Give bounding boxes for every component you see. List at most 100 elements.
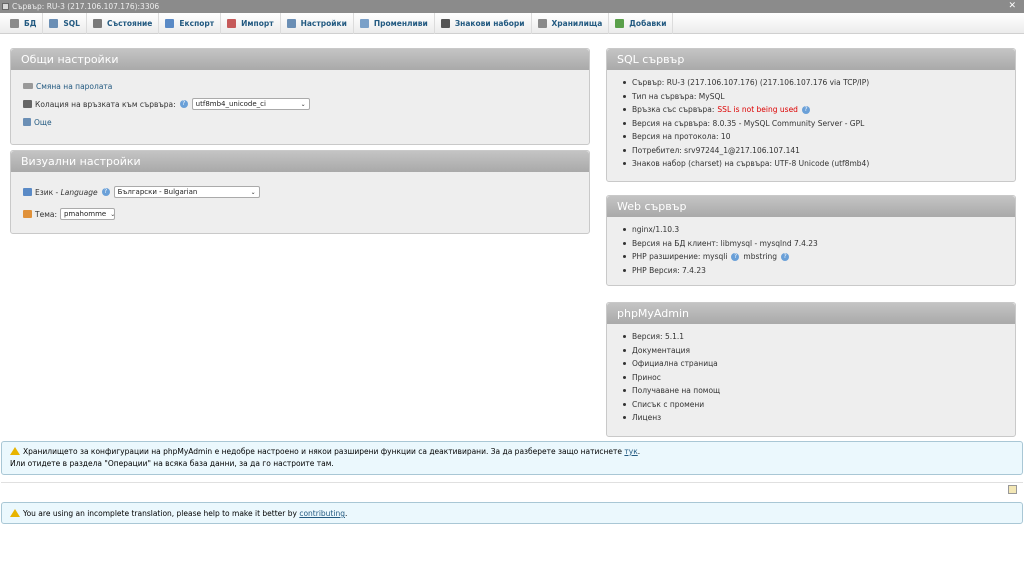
menu-charsets[interactable]: Знакови набори	[435, 12, 532, 34]
server-ssl-item: Връзка със сървъра: SSL is not being use…	[619, 103, 1003, 117]
php-extension-extra: mbstring	[743, 252, 778, 262]
ssl-status: SSL is not being used	[717, 105, 798, 115]
import-icon	[227, 18, 237, 28]
console-icon[interactable]	[1008, 485, 1017, 494]
menu-label: Състояние	[106, 18, 153, 28]
pma-version: Версия: 5.1.1	[619, 330, 1003, 344]
server-info-item: Версия на протокола: 10	[619, 130, 1003, 144]
collation-value: utf8mb4_unicode_ci	[195, 100, 266, 108]
menu-label: Знакови набори	[454, 18, 525, 28]
menu-label: Настройки	[300, 18, 347, 28]
menu-label: Експорт	[179, 18, 215, 28]
engines-icon	[537, 18, 547, 28]
panel-title: SQL сървър	[607, 49, 1015, 70]
notice-text: Хранилището за конфигурации на phpMyAdmi…	[23, 447, 625, 456]
change-password-link[interactable]: Смяна на паролата	[36, 82, 112, 91]
menu-databases[interactable]: БД	[4, 12, 44, 34]
help-icon[interactable]: ?	[179, 100, 188, 108]
official-page-link[interactable]: Официална страница	[619, 357, 1003, 371]
phpmyadmin-panel: phpMyAdmin Версия: 5.1.1 Документация Оф…	[606, 302, 1016, 437]
menu-label: Добавки	[629, 18, 667, 28]
menu-label: Импорт	[241, 18, 274, 28]
panel-title: Общи настройки	[11, 49, 589, 70]
language-select[interactable]: Български - Bulgarian ⌄	[113, 186, 260, 198]
panel-title: phpMyAdmin	[607, 303, 1015, 324]
language-value: Български - Bulgarian	[117, 188, 198, 196]
chevron-down-icon: ⌄	[250, 188, 256, 196]
menu-status[interactable]: Състояние	[87, 12, 160, 34]
theme-icon	[23, 210, 32, 218]
change-password-row: Смяна на паролата	[23, 77, 577, 95]
sql-server-panel: SQL сървър Сървър: RU-3 (217.106.107.176…	[606, 48, 1016, 182]
web-info-item: nginx/1.10.3	[619, 223, 1003, 237]
menu-engines[interactable]: Хранилища	[532, 12, 610, 34]
panel-title: Web сървър	[607, 196, 1015, 217]
status-icon	[92, 18, 102, 28]
menu-sql[interactable]: SQL	[43, 12, 87, 34]
notice-line-2: Или отидете в раздела "Операции" на всяк…	[10, 459, 334, 468]
theme-label: Тема:	[35, 209, 57, 219]
database-icon	[10, 18, 19, 28]
php-extension-item: PHP разширение: mysqli ? mbstring ?	[619, 250, 1003, 264]
documentation-link[interactable]: Документация	[619, 344, 1003, 358]
server-info-item: Сървър: RU-3 (217.106.107.176) (217.106.…	[619, 76, 1003, 90]
wrench-icon	[286, 18, 296, 28]
license-link[interactable]: Лиценз	[619, 411, 1003, 425]
charset-icon	[440, 18, 450, 28]
window-icon	[2, 3, 9, 10]
collation-row: Колация на връзката към сървъра: ? utf8m…	[23, 95, 577, 113]
contribute-link[interactable]: Принос	[619, 371, 1003, 385]
plugins-icon	[615, 18, 625, 28]
contributing-link[interactable]: contributing	[299, 509, 345, 518]
chevron-down-icon: ⌄	[300, 100, 306, 108]
collation-icon	[23, 100, 32, 108]
more-settings-link[interactable]: Още	[34, 118, 52, 127]
help-icon[interactable]: ?	[101, 188, 110, 196]
help-icon[interactable]: ?	[781, 252, 790, 261]
language-label-em: Language	[60, 187, 98, 197]
config-storage-notice: Хранилището за конфигурации на phpMyAdmi…	[1, 441, 1023, 475]
variables-icon	[359, 18, 369, 28]
server-info-item: Знаков набор (charset) на сървъра: UTF-8…	[619, 157, 1003, 171]
theme-select[interactable]: pmahomme ⌄	[59, 208, 116, 220]
language-label-text: Език -	[35, 187, 61, 197]
menu-plugins[interactable]: Добавки	[609, 12, 674, 34]
ssl-label: Връзка със сървъра:	[632, 105, 715, 115]
window-titlebar: Сървър: RU-3 (217.106.107.176):3306 ✕	[0, 0, 1024, 13]
translation-text-end: .	[344, 509, 348, 518]
collation-select[interactable]: utf8mb4_unicode_ci ⌄	[191, 98, 310, 110]
web-info-item: Версия на БД клиент: libmysql - mysqlnd …	[619, 237, 1003, 251]
language-icon	[23, 188, 32, 196]
panel-title: Визуални настройки	[11, 151, 589, 172]
notice-text-end: .	[637, 447, 641, 456]
web-server-panel: Web сървър nginx/1.10.3 Версия на БД кли…	[606, 195, 1016, 286]
menu-import[interactable]: Импорт	[221, 12, 281, 34]
language-row: Език - Language ? Български - Bulgarian ⌄	[23, 181, 577, 203]
menu-settings[interactable]: Настройки	[281, 12, 354, 34]
get-help-link[interactable]: Получаване на помощ	[619, 384, 1003, 398]
key-icon	[23, 83, 33, 89]
wrench-icon	[23, 118, 31, 126]
warning-icon	[10, 447, 20, 455]
chevron-down-icon: ⌄	[110, 210, 116, 218]
menu-label: БД	[24, 18, 37, 28]
menu-variables[interactable]: Променливи	[354, 12, 435, 34]
server-info-item: Версия на сървъра: 8.0.35 - MySQL Commun…	[619, 117, 1003, 131]
translation-text: You are using an incomplete translation,…	[23, 509, 300, 518]
web-info-item: PHP Версия: 7.4.23	[619, 264, 1003, 278]
php-extension-label: PHP разширение: mysqli	[632, 252, 728, 262]
menu-label: SQL	[63, 18, 80, 28]
warning-icon	[10, 509, 20, 517]
help-icon[interactable]: ?	[731, 252, 740, 261]
server-info-item: Потребител: srv97244_1@217.106.107.141	[619, 144, 1003, 158]
close-icon[interactable]: ✕	[1008, 0, 1016, 13]
notice-line-1: Хранилището за конфигурации на phpMyAdmi…	[10, 446, 1014, 458]
help-icon[interactable]: ?	[801, 105, 810, 114]
changelog-link[interactable]: Списък с промени	[619, 398, 1003, 412]
language-label: Език - Language	[35, 188, 98, 197]
general-settings-panel: Общи настройки Смяна на паролата Колация…	[10, 48, 590, 145]
menu-export[interactable]: Експорт	[159, 12, 222, 34]
server-info-item: Тип на сървъра: MySQL	[619, 90, 1003, 104]
translation-notice: You are using an incomplete translation,…	[1, 502, 1023, 524]
notice-here-link[interactable]: тук	[624, 447, 637, 456]
